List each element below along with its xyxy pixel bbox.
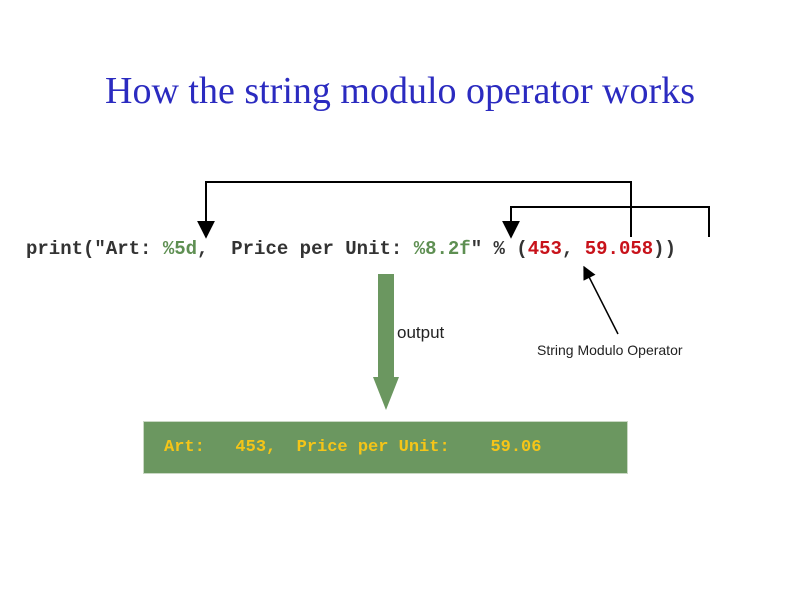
code-comma: , <box>561 238 585 260</box>
output-arrow-shaft <box>378 274 394 377</box>
bracket-value2-to-spec2 <box>502 206 710 239</box>
code-middle: , Price per Unit: <box>197 238 414 260</box>
print-statement: print("Art: %5d, Price per Unit: %8.2f" … <box>26 237 676 261</box>
output-box: Art: 453, Price per Unit: 59.06 <box>143 421 628 474</box>
code-prefix: print("Art: <box>26 238 163 260</box>
format-spec-integer: %5d <box>162 238 198 260</box>
value-float: 59.058 <box>584 238 654 260</box>
format-spec-float: %8.2f <box>413 238 471 260</box>
connector-diagram <box>197 181 710 410</box>
operator-label: String Modulo Operator <box>537 342 683 358</box>
modulo-operator: " % ( <box>470 238 528 260</box>
output-arrow-head <box>373 377 399 410</box>
value-integer: 453 <box>527 238 562 260</box>
bracket-value1-to-spec1 <box>197 181 632 239</box>
output-label: output <box>397 323 445 342</box>
operator-pointer <box>583 265 619 335</box>
code-suffix: )) <box>653 238 676 260</box>
output-text: Art: 453, Price per Unit: 59.06 <box>164 438 542 457</box>
